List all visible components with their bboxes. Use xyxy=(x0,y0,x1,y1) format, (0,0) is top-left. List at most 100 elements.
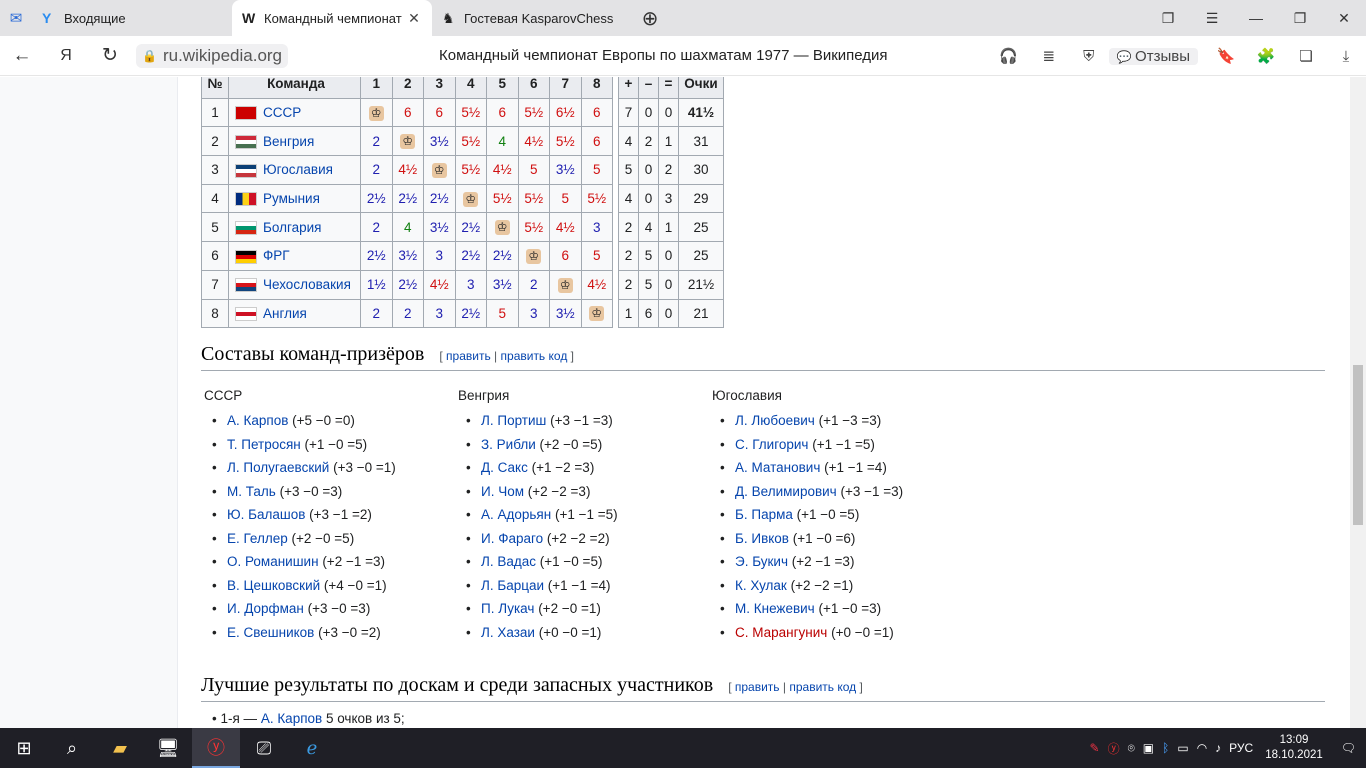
bookmark-icon[interactable]: 🔖 xyxy=(1206,47,1246,65)
new-tab-button[interactable]: ⊕ xyxy=(632,0,668,36)
reader-icon[interactable]: ≣ xyxy=(1029,47,1069,65)
search-icon[interactable]: ⌕ xyxy=(48,728,96,768)
minimize-icon[interactable]: — xyxy=(1234,10,1278,26)
close-window-icon[interactable]: ✕ xyxy=(1322,10,1366,27)
lock-icon: 🔒 xyxy=(142,48,157,63)
player-score: (+2 −1 =3) xyxy=(322,554,385,569)
tray-yandex-icon[interactable]: ⓨ xyxy=(1108,740,1120,757)
player-score: (+1 −1 =4) xyxy=(547,577,611,593)
yandex-icon[interactable]: Я xyxy=(44,47,88,65)
tray-bluetooth-icon[interactable]: ᛒ xyxy=(1162,741,1169,755)
player-link[interactable]: К. Хулак xyxy=(735,578,787,593)
windows-start-icon[interactable]: ⊞ xyxy=(0,728,48,768)
player-link[interactable]: Е. Свешников xyxy=(227,625,314,640)
list-item: И. Дорфман (+3 −0 =3) xyxy=(201,601,455,625)
player-link[interactable]: А. Карпов xyxy=(261,711,322,726)
volume-icon[interactable]: ♪ xyxy=(1215,741,1221,755)
player-link[interactable]: Л. Полугаевский xyxy=(227,460,329,475)
team-link[interactable]: ФРГ xyxy=(263,248,290,263)
team-link[interactable]: Венгрия xyxy=(263,134,314,149)
player-link[interactable]: Б. Ивков xyxy=(735,531,789,546)
tray-camera-icon[interactable]: ⌾ xyxy=(1128,741,1135,756)
player-link[interactable]: Л. Хазаи xyxy=(481,625,535,640)
player-link[interactable]: Д. Сакс xyxy=(481,460,528,475)
internet-explorer-icon[interactable]: ℯ xyxy=(288,728,336,768)
wifi-icon[interactable]: ◠ xyxy=(1197,741,1207,755)
col-header: 8 xyxy=(580,77,613,99)
file-explorer-icon[interactable]: ▰ xyxy=(96,728,144,768)
reviews-button[interactable]: 💬 Отзывы xyxy=(1108,47,1198,65)
protect-icon[interactable]: ⛨ xyxy=(1069,48,1109,65)
team-cell: Англия xyxy=(228,298,361,329)
team-link[interactable]: Болгария xyxy=(263,220,321,235)
tab-wikipedia[interactable]: W Командный чемпионат ✕ xyxy=(232,0,432,36)
language-indicator[interactable]: РУС xyxy=(1229,741,1253,755)
player-link[interactable]: О. Романишин xyxy=(227,554,319,569)
control-panel-icon[interactable]: 🖥 xyxy=(144,728,192,768)
back-arrow-icon[interactable]: ← xyxy=(0,45,44,67)
remote-desktop-icon[interactable]: ⎚ xyxy=(240,728,288,768)
tray-card-icon[interactable]: ▣ xyxy=(1143,741,1154,755)
player-link[interactable]: С. Марангунич xyxy=(735,625,827,640)
player-link[interactable]: А. Адорьян xyxy=(481,507,551,522)
squad-column: ВенгрияЛ. Портиш (+3 −1 =3)З. Рибли (+2 … xyxy=(455,388,709,648)
headphones-icon[interactable]: 🎧 xyxy=(989,47,1029,65)
player-link[interactable]: С. Глигорич xyxy=(735,437,808,452)
team-link[interactable]: Югославия xyxy=(263,162,333,177)
tab-kasparovchess[interactable]: ♞ Гостевая KasparovChess xyxy=(432,0,632,36)
player-link[interactable]: Л. Вадас xyxy=(481,554,536,569)
reload-icon[interactable]: ↻ xyxy=(88,44,132,67)
player-link[interactable]: Л. Барцаи xyxy=(481,578,544,593)
result-cell: 5 xyxy=(580,155,613,185)
player-link[interactable]: Е. Геллер xyxy=(227,531,288,546)
result-cell: 4½ xyxy=(391,155,424,185)
bookmarks-icon[interactable]: ❐ xyxy=(1146,10,1190,27)
player-link[interactable]: П. Лукач xyxy=(481,601,534,616)
team-link[interactable]: Чехословакия xyxy=(263,277,351,292)
player-link[interactable]: И. Чом xyxy=(481,484,524,499)
player-score: (+3 −0 =2) xyxy=(318,624,381,640)
scrollbar[interactable] xyxy=(1350,77,1366,728)
close-icon[interactable]: ✕ xyxy=(406,10,422,27)
place-cell: 4 xyxy=(201,183,229,214)
notifications-icon[interactable]: 🗨 xyxy=(1341,741,1356,755)
player-link[interactable]: З. Рибли xyxy=(481,437,536,452)
player-link[interactable]: М. Таль xyxy=(227,484,276,499)
player-link[interactable]: Т. Петросян xyxy=(227,437,301,452)
player-link[interactable]: Ю. Балашов xyxy=(227,507,305,522)
edit-code-link[interactable]: править код xyxy=(789,680,856,694)
scrollbar-thumb[interactable] xyxy=(1353,365,1363,525)
extension-icon[interactable]: 🧩 xyxy=(1246,47,1286,65)
tray-app-icon[interactable]: ✎ xyxy=(1090,741,1100,755)
player-link[interactable]: Д. Велимирович xyxy=(735,484,837,499)
edit-links: [ править | править код ] xyxy=(728,680,863,694)
collections-icon[interactable]: ❏ xyxy=(1286,47,1326,65)
restore-icon[interactable]: ❐ xyxy=(1278,10,1322,27)
download-icon[interactable]: ⤓ xyxy=(1326,48,1366,65)
player-link[interactable]: А. Карпов xyxy=(227,413,288,428)
team-link[interactable]: Румыния xyxy=(263,191,320,206)
player-link[interactable]: Б. Парма xyxy=(735,507,793,522)
player-link[interactable]: Л. Любоевич xyxy=(735,413,815,428)
player-link[interactable]: В. Цешковский xyxy=(227,578,320,593)
yandex-browser-icon[interactable]: ⓨ xyxy=(192,728,240,768)
menu-icon[interactable]: ☰ xyxy=(1190,10,1234,27)
edit-link[interactable]: править xyxy=(446,349,491,363)
team-link[interactable]: Англия xyxy=(263,306,307,321)
battery-icon[interactable]: ▭ xyxy=(1177,741,1188,755)
tab-inbox[interactable]: Y Входящие xyxy=(32,0,232,36)
player-link[interactable]: М. Кнежевич xyxy=(735,601,815,616)
player-link[interactable]: Л. Портиш xyxy=(481,413,546,428)
clock[interactable]: 13:09 18.10.2021 xyxy=(1265,733,1323,763)
edit-code-link[interactable]: править код xyxy=(501,349,568,363)
team-link[interactable]: СССР xyxy=(263,105,301,120)
edit-link[interactable]: править xyxy=(735,680,780,694)
list-item: Д. Велимирович (+3 −1 =3) xyxy=(709,484,963,508)
player-link[interactable]: А. Матанович xyxy=(735,460,820,475)
draws-cell: 1 xyxy=(658,126,679,157)
player-link[interactable]: И. Дорфман xyxy=(227,601,304,616)
player-link[interactable]: Э. Букич xyxy=(735,554,788,569)
url-field[interactable]: 🔒 ru.wikipedia.org xyxy=(136,43,289,68)
mail-app-icon[interactable]: ✉ xyxy=(0,0,32,36)
player-link[interactable]: И. Фараго xyxy=(481,531,543,546)
